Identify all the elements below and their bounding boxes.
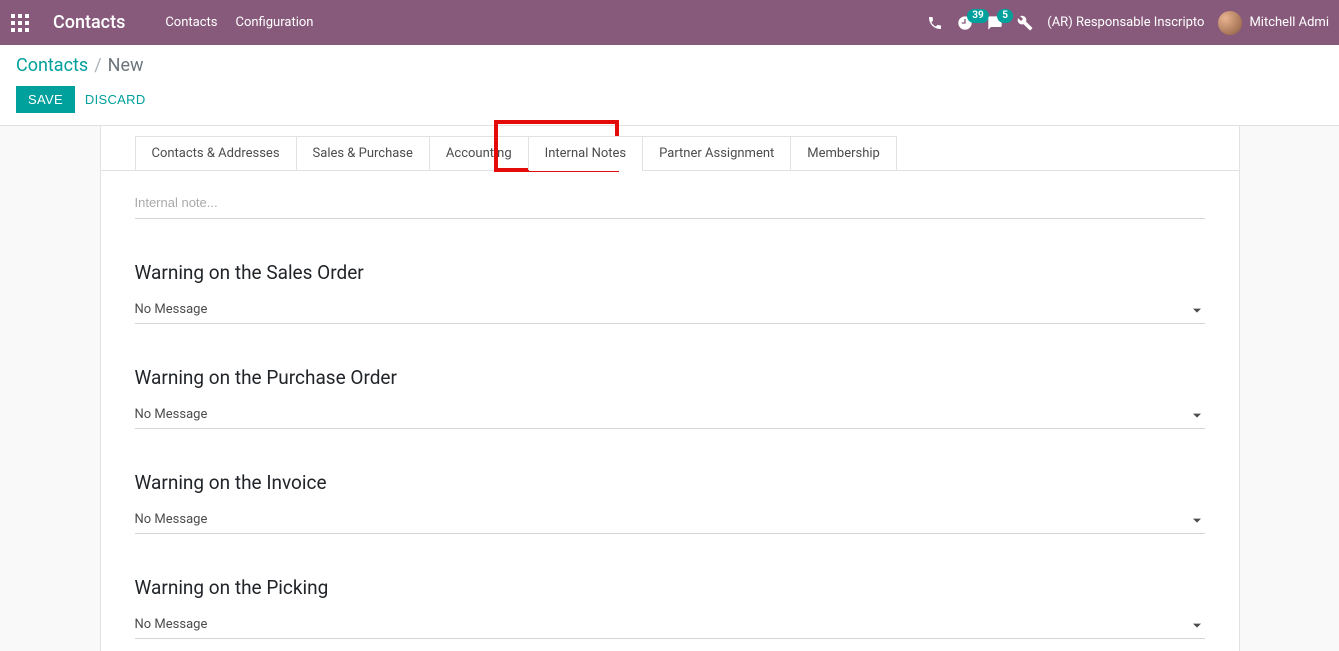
user-name: Mitchell Admi — [1249, 15, 1329, 30]
tab-accounting[interactable]: Accounting — [429, 136, 529, 170]
warning-picking-select[interactable]: No Message — [135, 609, 1205, 639]
discard-button[interactable]: Discard — [85, 92, 146, 107]
nav-contacts[interactable]: Contacts — [165, 15, 217, 30]
select-value: No Message — [135, 407, 208, 422]
section-warning-invoice: Warning on the Invoice No Message — [135, 471, 1205, 534]
button-row: Save Discard — [16, 86, 1323, 113]
section-warning-sales-order: Warning on the Sales Order No Message — [135, 261, 1205, 324]
avatar — [1218, 11, 1242, 35]
internal-note-input[interactable] — [135, 189, 1205, 219]
activity-badge: 39 — [967, 9, 988, 23]
chevron-down-icon — [1193, 510, 1201, 529]
warning-sales-order-select[interactable]: No Message — [135, 294, 1205, 324]
form-sheet: Contacts & Addresses Sales & Purchase Ac… — [100, 126, 1240, 651]
chevron-down-icon — [1193, 615, 1201, 634]
section-title: Warning on the Purchase Order — [135, 366, 1205, 389]
breadcrumb-sep: / — [94, 55, 101, 76]
chevron-down-icon — [1193, 300, 1201, 319]
tab-sales-purchase[interactable]: Sales & Purchase — [296, 136, 430, 170]
section-warning-purchase-order: Warning on the Purchase Order No Message — [135, 366, 1205, 429]
section-title: Warning on the Sales Order — [135, 261, 1205, 284]
debug-icon[interactable] — [1017, 15, 1033, 31]
apps-menu-icon[interactable] — [0, 0, 40, 45]
tab-contacts-addresses[interactable]: Contacts & Addresses — [135, 136, 297, 170]
topbar: Contacts Contacts Configuration 39 5 (AR… — [0, 0, 1339, 45]
user-menu[interactable]: Mitchell Admi — [1218, 11, 1329, 35]
breadcrumb: Contacts / New — [16, 55, 1323, 76]
select-value: No Message — [135, 512, 208, 527]
phone-icon[interactable] — [927, 15, 943, 31]
messages-badge: 5 — [997, 9, 1013, 23]
messages-icon[interactable]: 5 — [987, 15, 1003, 31]
breadcrumb-current: New — [108, 55, 144, 76]
tab-internal-notes[interactable]: Internal Notes — [528, 136, 643, 170]
tab-panel-internal-notes: Warning on the Sales Order No Message Wa… — [101, 171, 1239, 651]
warning-invoice-select[interactable]: No Message — [135, 504, 1205, 534]
save-button[interactable]: Save — [16, 86, 75, 113]
section-title: Warning on the Picking — [135, 576, 1205, 599]
tabs: Contacts & Addresses Sales & Purchase Ac… — [101, 126, 1239, 171]
top-nav: Contacts Configuration — [145, 15, 313, 30]
select-value: No Message — [135, 302, 208, 317]
company-name[interactable]: (AR) Responsable Inscripto — [1047, 15, 1204, 30]
tab-partner-assignment[interactable]: Partner Assignment — [642, 136, 791, 170]
chevron-down-icon — [1193, 405, 1201, 424]
section-title: Warning on the Invoice — [135, 471, 1205, 494]
control-panel: Contacts / New Save Discard — [0, 45, 1339, 126]
activity-icon[interactable]: 39 — [957, 15, 973, 31]
nav-configuration[interactable]: Configuration — [236, 15, 314, 30]
warning-purchase-order-select[interactable]: No Message — [135, 399, 1205, 429]
topbar-right: 39 5 (AR) Responsable Inscripto Mitchell… — [927, 11, 1329, 35]
app-title[interactable]: Contacts — [40, 12, 145, 33]
select-value: No Message — [135, 617, 208, 632]
tab-membership[interactable]: Membership — [790, 136, 897, 170]
breadcrumb-root[interactable]: Contacts — [16, 55, 88, 76]
section-warning-picking: Warning on the Picking No Message — [135, 576, 1205, 639]
